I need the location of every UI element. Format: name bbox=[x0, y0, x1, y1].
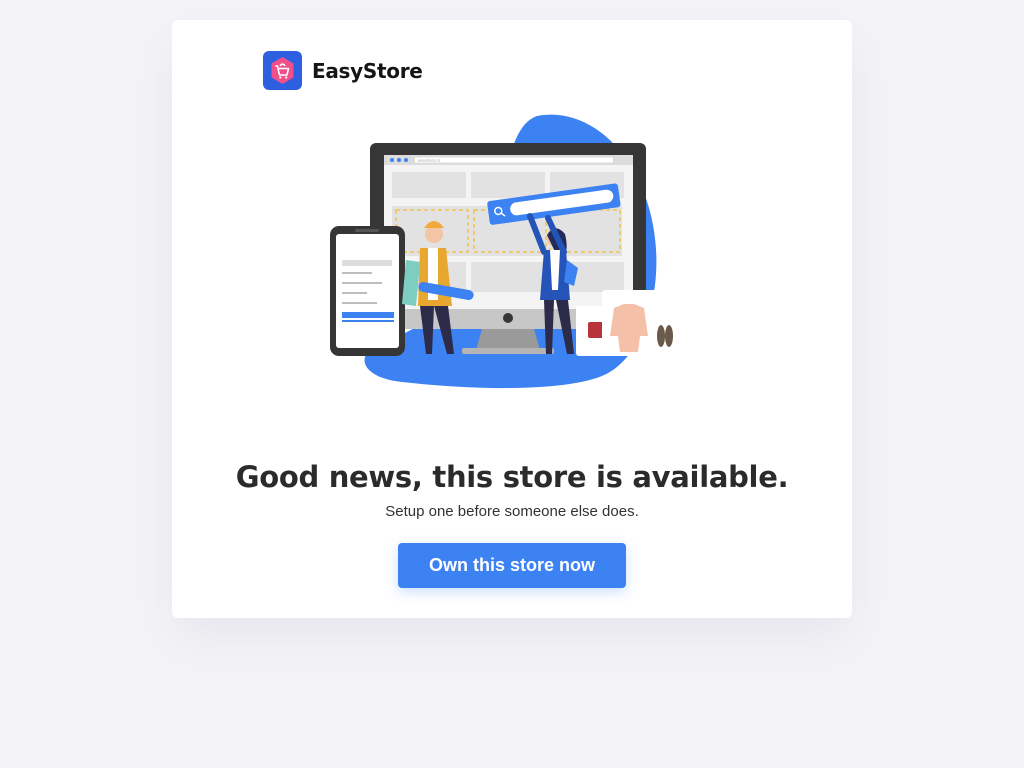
store-available-card: EasyStore easystore.co Good news, this s… bbox=[172, 20, 852, 618]
brand: EasyStore bbox=[263, 51, 423, 90]
own-store-button[interactable]: Own this store now bbox=[398, 543, 626, 588]
url-bar-text: easystore.co bbox=[418, 159, 440, 163]
online-store-illustration: easystore.co bbox=[322, 110, 702, 395]
shopping-bag-icon bbox=[263, 51, 302, 90]
brand-name: EasyStore bbox=[312, 58, 423, 83]
page-headline: Good news, this store is available. bbox=[235, 460, 789, 494]
page-subline: Setup one before someone else does. bbox=[385, 503, 639, 520]
